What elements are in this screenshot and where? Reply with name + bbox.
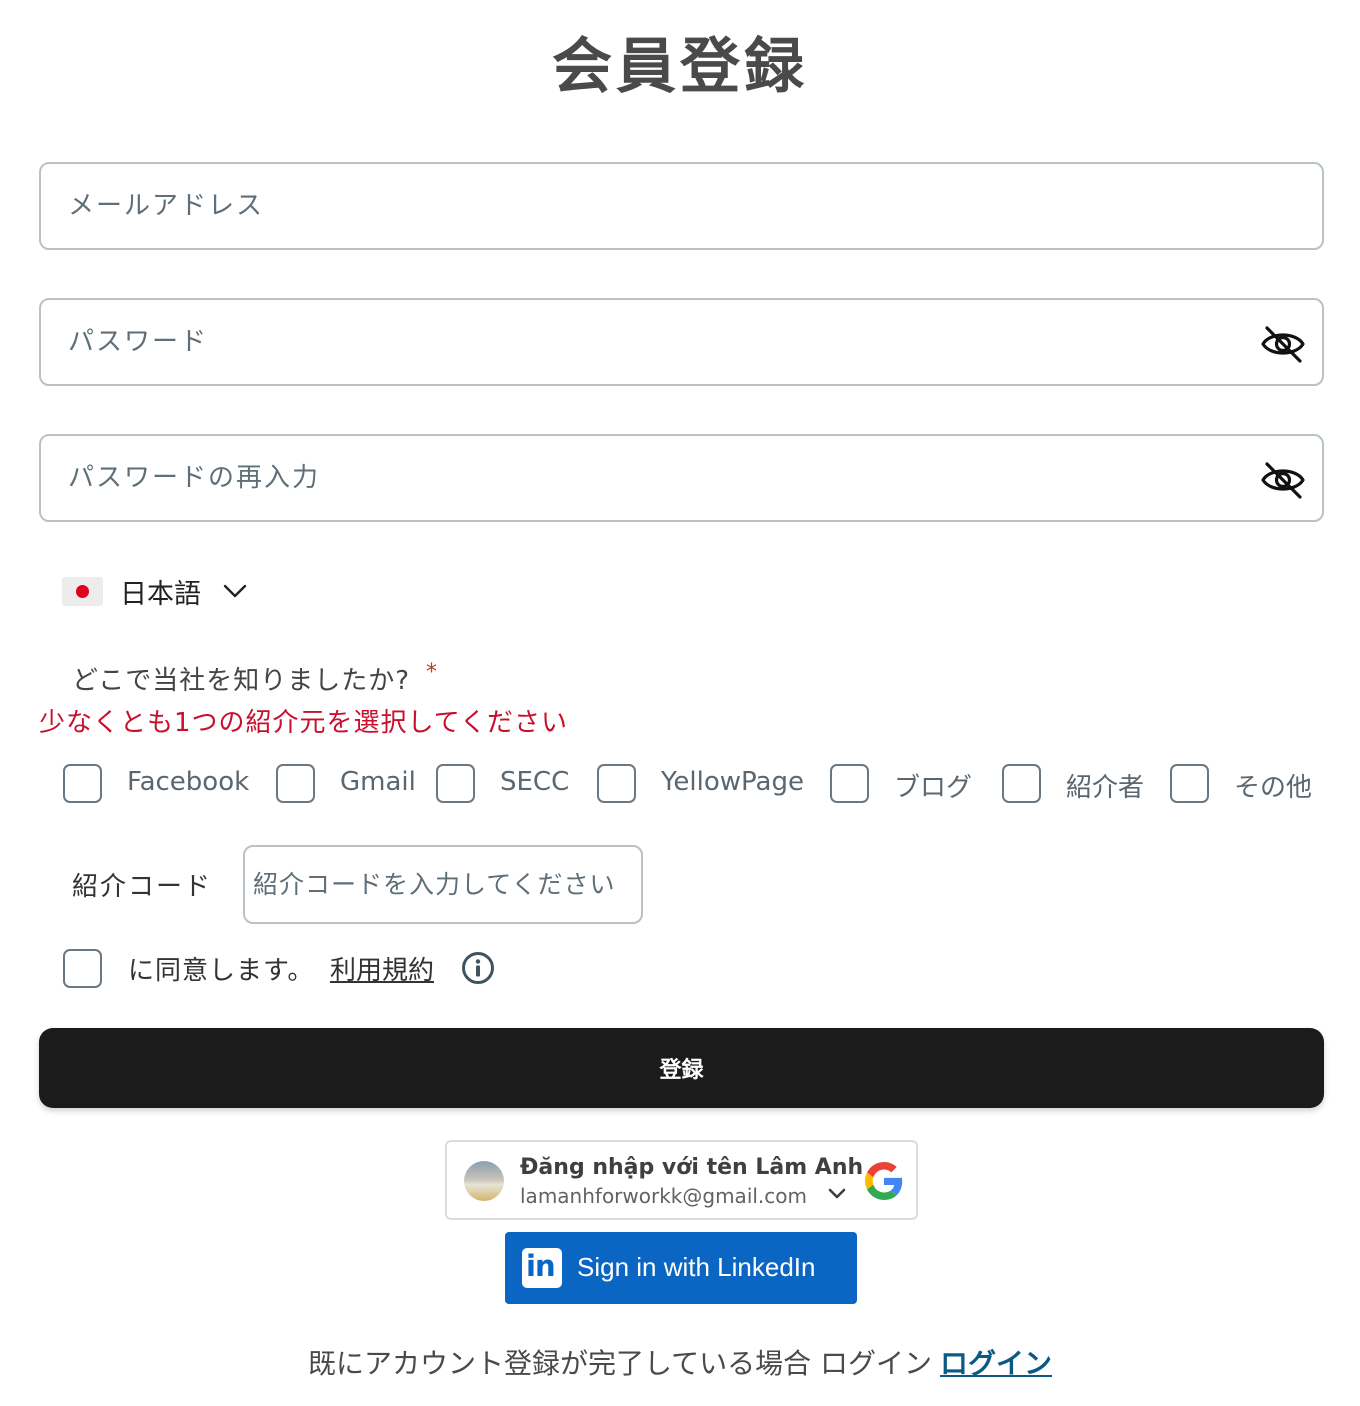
register-button[interactable]: 登録 [39,1028,1324,1108]
page-title: 会員登録 [552,32,808,102]
checkbox-label-facebook[interactable]: Facebook [127,767,249,797]
checkbox-blog[interactable] [830,764,869,803]
language-selector[interactable]: 日本語 [62,566,247,616]
checkbox-referrer[interactable] [1002,764,1041,803]
checkbox-other[interactable] [1170,764,1209,803]
checkbox-secc[interactable] [436,764,475,803]
referral-code-label: 紹介コード [72,872,213,902]
login-prompt-text: 既にアカウント登録が完了している場合 ログイン [307,1347,933,1380]
checkbox-label-other[interactable]: その他 [1234,767,1312,804]
eye-off-icon[interactable] [1260,324,1306,364]
google-signin-button[interactable]: Đăng nhập với tên Lâm Anh lamanhforworkk… [445,1140,918,1220]
checkbox-label-secc[interactable]: SECC [500,767,569,797]
source-question-label: どこで当社を知りましたか? [72,666,411,696]
password-confirm-field-container [39,434,1324,522]
referral-code-input[interactable] [245,847,641,922]
email-field[interactable] [41,164,1322,248]
password-confirm-field[interactable] [41,436,1322,520]
password-field-container [39,298,1324,386]
source-error-message: 少なくとも1つの紹介元を選択してください [39,708,568,738]
login-link[interactable]: ログイン [940,1347,1052,1380]
linkedin-signin-button[interactable]: in Sign in with LinkedIn [505,1232,857,1304]
checkbox-facebook[interactable] [63,764,102,803]
linkedin-signin-label: Sign in with LinkedIn [577,1252,816,1282]
checkbox-label-yellowpage[interactable]: YellowPage [661,767,804,797]
eye-off-icon[interactable] [1260,460,1306,500]
checkbox-label-gmail[interactable]: Gmail [340,767,416,797]
linkedin-logo-icon: in [522,1248,562,1288]
checkbox-label-referrer[interactable]: 紹介者 [1066,767,1144,804]
chevron-down-icon [828,1188,846,1199]
email-field-container [39,162,1324,250]
checkbox-label-blog[interactable]: ブログ [894,767,972,804]
referral-code-container [243,845,643,924]
login-prompt: 既にアカウント登録が完了している場合 ログイン ログイン [0,1342,1360,1382]
terms-link[interactable]: 利用規約 [330,950,434,987]
agree-text: に同意します。 [128,956,315,986]
google-account-name: Đăng nhập với tên Lâm Anh [520,1155,864,1180]
google-logo-icon [865,1162,903,1200]
source-question: どこで当社を知りましたか? * [72,660,438,697]
checkbox-gmail[interactable] [276,764,315,803]
google-account-email: lamanhforworkk@gmail.com [520,1184,808,1208]
chevron-down-icon [223,584,247,598]
info-icon[interactable] [461,951,495,985]
terms-checkbox[interactable] [63,949,102,988]
language-label: 日本語 [120,578,201,610]
required-mark: * [426,660,439,685]
checkbox-yellowpage[interactable] [597,764,636,803]
avatar [464,1161,504,1201]
password-field[interactable] [41,300,1322,384]
japan-flag-icon [62,576,103,606]
